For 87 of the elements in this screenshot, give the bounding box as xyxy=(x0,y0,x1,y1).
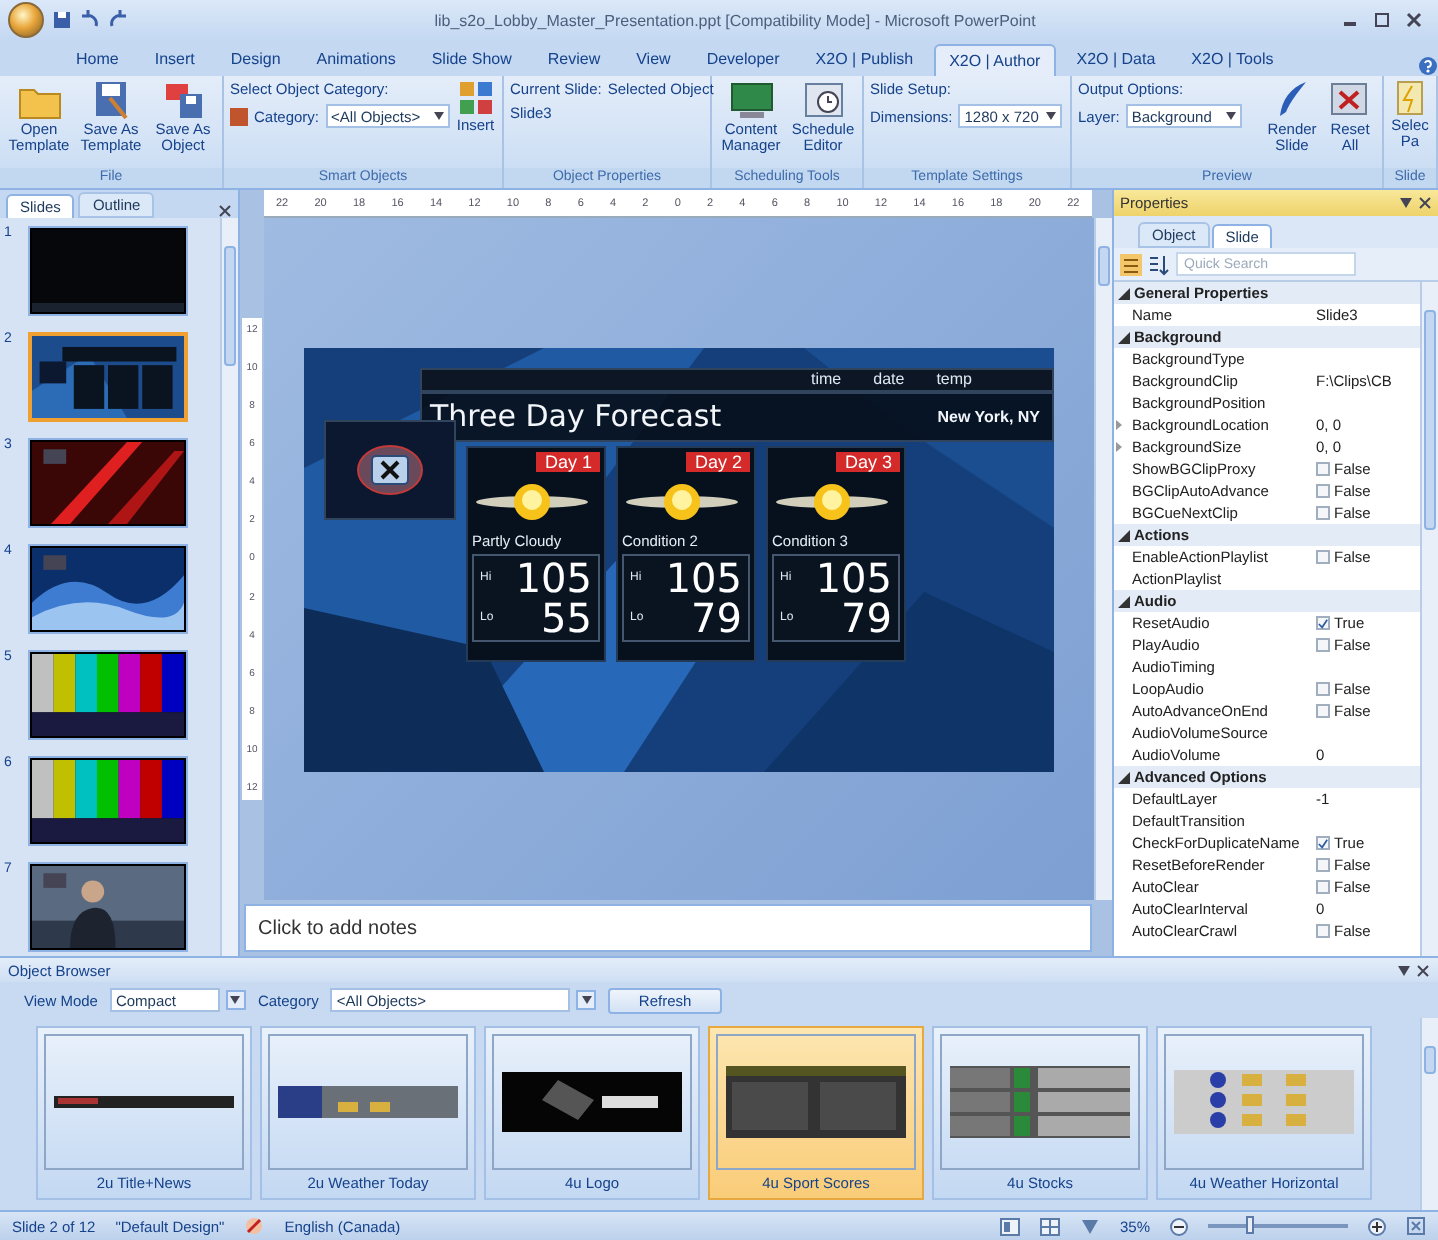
ribbon-tab[interactable]: Review xyxy=(531,42,617,76)
monitor-icon[interactable] xyxy=(729,80,773,120)
collapse-icon[interactable] xyxy=(1118,529,1130,541)
dropdown-caret-icon xyxy=(230,996,241,1004)
day-label: Day 2 xyxy=(686,451,750,471)
expand-icon[interactable] xyxy=(1114,442,1124,452)
undo-icon[interactable] xyxy=(80,10,100,30)
ribbon-tab[interactable]: Design xyxy=(214,42,297,76)
dropdown-caret-icon xyxy=(1046,112,1057,120)
high-temperature: 105 xyxy=(663,557,742,597)
header-label: temp xyxy=(936,370,972,388)
header-label: date xyxy=(873,370,905,388)
checkbox[interactable] xyxy=(1316,506,1330,520)
floppy-disk-icon[interactable] xyxy=(161,80,205,120)
redo-icon[interactable] xyxy=(108,10,128,30)
close-icon[interactable] xyxy=(1418,196,1432,210)
office-button[interactable] xyxy=(8,2,44,38)
slider-thumb[interactable] xyxy=(1246,1216,1254,1234)
zoom-in-icon[interactable] xyxy=(1368,1217,1386,1235)
dropdown-caret-icon xyxy=(1225,112,1236,120)
ribbon-tab[interactable]: X2O | Author xyxy=(933,44,1057,76)
save-icon[interactable] xyxy=(52,10,72,30)
help-icon[interactable] xyxy=(1418,56,1438,76)
location-text: New York, NY xyxy=(937,407,1040,425)
checkbox[interactable] xyxy=(1316,462,1330,476)
ribbon-tab[interactable]: X2O | Data xyxy=(1060,42,1172,76)
notes-field[interactable]: Click to add notes xyxy=(244,904,1092,952)
lightning-icon xyxy=(1396,80,1424,116)
slideshow-icon[interactable] xyxy=(1079,1217,1100,1235)
scrollbar[interactable] xyxy=(220,218,238,956)
checkbox[interactable] xyxy=(1316,484,1330,498)
expand-icon[interactable] xyxy=(1114,420,1124,430)
dropdown-button[interactable] xyxy=(576,990,597,1010)
checkbox[interactable] xyxy=(1316,638,1330,652)
grid-view-icon[interactable] xyxy=(1039,1217,1060,1235)
ribbon-tab[interactable]: Home xyxy=(60,42,135,76)
ribbon-tab[interactable]: View xyxy=(620,42,687,76)
header-label: time xyxy=(811,370,842,388)
picture-reset-icon[interactable] xyxy=(1328,80,1372,120)
day-label: Day 1 xyxy=(536,451,600,471)
checkbox[interactable] xyxy=(1316,924,1330,938)
checkbox[interactable] xyxy=(1316,704,1330,718)
high-temperature: 105 xyxy=(513,557,592,597)
calendar-clock-icon[interactable] xyxy=(801,80,845,120)
checkbox[interactable] xyxy=(1316,616,1330,630)
dropdown-caret-icon xyxy=(433,112,444,120)
checkbox[interactable] xyxy=(1316,880,1330,894)
ribbon-tab[interactable]: Animations xyxy=(300,42,412,76)
scrollbar[interactable] xyxy=(1094,218,1112,900)
ribbon-tab[interactable]: X2O | Tools xyxy=(1175,42,1290,76)
ribbon-tab[interactable]: Slide Show xyxy=(415,42,528,76)
low-temperature: 79 xyxy=(689,597,742,637)
close-icon[interactable] xyxy=(1416,963,1430,977)
ribbon-tab[interactable]: Insert xyxy=(138,42,211,76)
checkbox[interactable] xyxy=(1316,858,1330,872)
close-icon[interactable] xyxy=(218,204,232,218)
zoom-out-icon[interactable] xyxy=(1170,1217,1188,1235)
scrollbar[interactable] xyxy=(1420,282,1438,956)
collapse-icon[interactable] xyxy=(1118,771,1130,783)
dropdown-caret-icon xyxy=(581,996,592,1004)
broken-image-icon xyxy=(356,443,424,495)
sort-icon[interactable] xyxy=(1148,253,1170,275)
dropdown-button[interactable] xyxy=(225,990,246,1010)
scrollbar[interactable] xyxy=(1420,1018,1438,1210)
category-icon xyxy=(230,107,248,125)
fit-window-icon[interactable] xyxy=(1406,1216,1426,1236)
collapse-icon[interactable] xyxy=(1118,595,1130,607)
dropdown-caret-icon[interactable] xyxy=(1398,965,1410,975)
dropdown-caret-icon[interactable] xyxy=(1400,198,1412,208)
normal-view-icon[interactable] xyxy=(999,1217,1020,1235)
collapse-icon[interactable] xyxy=(1118,331,1130,343)
checkbox[interactable] xyxy=(1316,682,1330,696)
spellcheck-icon[interactable] xyxy=(244,1216,265,1236)
day-label: Day 3 xyxy=(836,451,900,471)
maximize-icon[interactable] xyxy=(1374,12,1390,28)
low-temperature: 55 xyxy=(539,597,592,637)
collapse-icon[interactable] xyxy=(1118,287,1130,299)
checkbox[interactable] xyxy=(1316,550,1330,564)
shapes-grid-icon xyxy=(457,80,494,116)
close-icon[interactable] xyxy=(1406,12,1422,28)
low-temperature: 79 xyxy=(839,597,892,637)
categorized-icon[interactable] xyxy=(1120,253,1142,275)
window-title: lib_s2o_Lobby_Master_Presentation.ppt [Compatibility Mode] - Microsoft PowerPoint xyxy=(432,11,1038,29)
ribbon-tab[interactable]: Developer xyxy=(690,42,796,76)
high-temperature: 105 xyxy=(813,557,892,597)
checkbox[interactable] xyxy=(1316,836,1330,850)
ribbon-tab[interactable]: X2O | Publish xyxy=(799,42,930,76)
